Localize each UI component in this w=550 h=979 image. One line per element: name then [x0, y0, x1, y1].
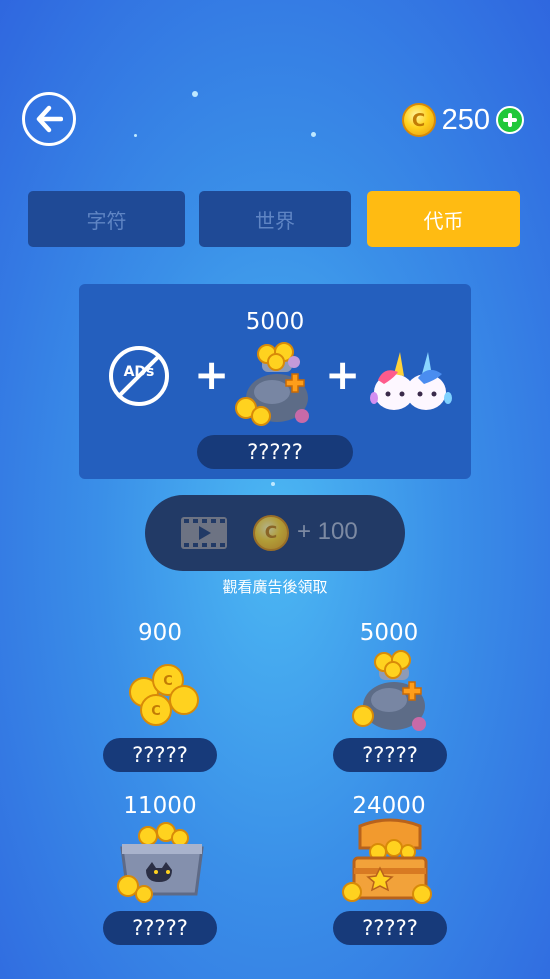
coin-balance: 250 [401, 100, 524, 140]
pack-price-button[interactable]: ????? [333, 911, 447, 945]
plus-sign: + [194, 350, 230, 399]
treasure-chest-icon [342, 818, 432, 904]
coin-icon [401, 103, 436, 137]
tab-label: 世界 [255, 208, 295, 233]
price-label: ????? [362, 916, 418, 940]
price-label: ????? [247, 440, 303, 464]
pack-amount: 5000 [359, 620, 419, 646]
watch-ad-note: 觀看廣告後領取 [222, 578, 328, 596]
coin-bag-icon [235, 342, 309, 426]
coin-bag-icon [352, 650, 426, 731]
svg-text:C: C [151, 704, 161, 719]
bundle-price-button[interactable]: ????? [197, 435, 353, 469]
price-label: ????? [362, 743, 418, 767]
pack-price-button[interactable]: ????? [103, 911, 217, 945]
pack-amount: 11000 [123, 793, 197, 819]
price-label: ????? [132, 916, 188, 940]
coin-pile-icon: C C [129, 664, 199, 726]
plus-sign: + [325, 350, 361, 399]
tab-tokens[interactable]: 代币 [367, 191, 520, 247]
pack-price-button[interactable]: ????? [103, 738, 217, 772]
balance-value: 250 [441, 103, 490, 136]
unicorn-characters-icon [370, 352, 452, 410]
back-arrow-icon [36, 105, 63, 133]
back-button[interactable] [22, 92, 76, 146]
svg-text:C: C [163, 674, 173, 689]
pack-amount: 900 [138, 620, 182, 646]
tab-label: 代币 [423, 208, 464, 233]
price-label: ????? [132, 743, 188, 767]
sparkle [134, 134, 137, 137]
watch-ad-button[interactable]: + 100 [145, 495, 405, 571]
add-coins-button[interactable] [496, 106, 524, 134]
tab-worlds[interactable]: 世界 [199, 191, 351, 247]
tab-characters[interactable]: 字符 [28, 191, 185, 247]
sparkle [311, 132, 316, 137]
bundle-amount: 5000 [245, 309, 305, 335]
film-play-icon [181, 517, 227, 549]
pack-amount: 24000 [352, 793, 426, 819]
reward-label: + 100 [297, 518, 358, 545]
no-ads-icon: ADs [109, 346, 169, 406]
tab-label: 字符 [86, 208, 127, 233]
pack-price-button[interactable]: ????? [333, 738, 447, 772]
sparkle [192, 91, 198, 97]
coin-icon [253, 515, 289, 551]
sparkle [271, 482, 275, 486]
coin-crate-icon [117, 822, 204, 903]
